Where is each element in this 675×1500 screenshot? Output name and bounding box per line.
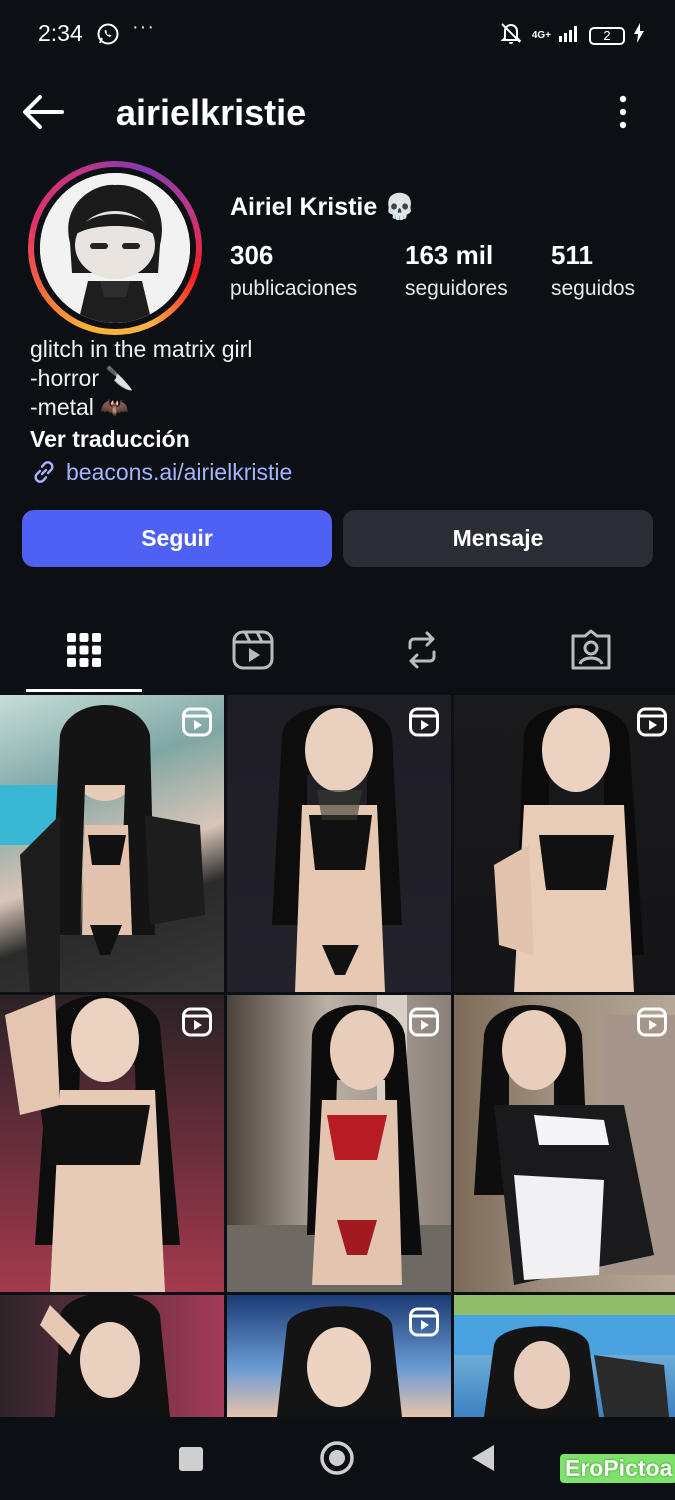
arrow-left-icon [23, 95, 64, 129]
bio-line: -metal 🦇 [30, 394, 129, 420]
network-type: 4G+ [531, 29, 551, 41]
tab-reposts[interactable] [400, 628, 444, 672]
skull-emoji: 💀 [384, 193, 416, 221]
tab-tagged[interactable] [569, 628, 613, 672]
see-translation-link[interactable]: Ver traducción [30, 426, 190, 453]
link-icon [34, 461, 54, 483]
post-tile[interactable] [227, 995, 451, 1292]
follow-button[interactable]: Seguir [22, 510, 332, 567]
reposts-icon [408, 631, 436, 669]
post-image [454, 1295, 675, 1417]
reel-badge-icon [409, 707, 439, 742]
square-icon [179, 1447, 203, 1471]
stat-label: publicaciones [230, 277, 358, 300]
post-tile[interactable] [227, 695, 451, 992]
charging-icon [633, 23, 645, 48]
stat-value: 163 mil [405, 240, 494, 270]
profile-username: airielkristie [116, 92, 307, 133]
stat-posts[interactable]: 306 publicaciones [230, 240, 357, 301]
display-name: Airiel Kristie 💀 [230, 193, 416, 221]
profile-bio: glitch in the matrix girl -horror 🔪 -met… [30, 335, 252, 422]
post-image [40, 1295, 170, 1417]
mute-bell-icon [498, 20, 524, 51]
post-tile[interactable] [454, 995, 675, 1292]
post-tile[interactable] [227, 1295, 451, 1417]
posts-grid [0, 695, 675, 1417]
home-button[interactable] [319, 1440, 355, 1481]
grid-icon [67, 633, 101, 667]
bio-line: glitch in the matrix girl [30, 336, 253, 362]
recents-button[interactable] [178, 1446, 204, 1477]
reel-badge-icon [409, 1307, 439, 1342]
back-button[interactable] [20, 92, 66, 132]
tab-posts[interactable] [62, 628, 106, 672]
back-nav-button[interactable] [470, 1443, 496, 1478]
battery-indicator: 2 [589, 26, 625, 45]
more-options-button[interactable] [611, 94, 635, 132]
stat-value: 511 [551, 240, 593, 270]
status-time: 2:34 [38, 20, 83, 46]
vertical-dots-icon [619, 95, 627, 129]
stat-label: seguidos [551, 277, 636, 300]
funko-figure-image [40, 173, 190, 323]
status-indicators: 4G+ 2 [498, 20, 645, 51]
avatar [40, 173, 190, 323]
status-bar: 2:34 ··· 4G+ 2 [0, 0, 675, 70]
reel-badge-icon [409, 1007, 439, 1042]
tagged-icon [571, 629, 611, 670]
active-tab-indicator [26, 689, 142, 692]
post-tile[interactable] [454, 695, 675, 992]
circle-icon [320, 1441, 354, 1475]
more-notifications-icon: ··· [132, 16, 155, 38]
signal-icon [559, 24, 581, 47]
post-tile[interactable] [0, 995, 224, 1292]
stat-following[interactable]: 511 seguidos [551, 240, 635, 301]
stat-value: 306 [230, 240, 274, 270]
profile-tabs [0, 620, 675, 694]
watermark-logo: EroPictoa [560, 1454, 675, 1483]
post-tile[interactable] [0, 1295, 224, 1417]
tab-reels[interactable] [231, 628, 275, 672]
whatsapp-icon [96, 22, 120, 51]
stat-followers[interactable]: 163 mil seguidores [405, 240, 508, 301]
message-button[interactable]: Mensaje [343, 510, 653, 567]
stat-label: seguidores [405, 277, 508, 300]
profile-link[interactable]: beacons.ai/airielkristie [30, 458, 292, 486]
story-ring[interactable] [28, 161, 202, 335]
profile-header: airielkristie [0, 80, 675, 144]
bio-line: -horror 🔪 [30, 365, 135, 391]
reel-badge-icon [182, 707, 212, 742]
link-text: beacons.ai/airielkristie [66, 458, 293, 485]
reel-badge-icon [637, 1007, 667, 1042]
reel-badge-icon [637, 707, 667, 742]
reels-icon [232, 630, 274, 670]
reel-badge-icon [182, 1007, 212, 1042]
triangle-back-icon [472, 1445, 494, 1471]
post-tile[interactable] [0, 695, 224, 992]
post-tile[interactable] [454, 1295, 675, 1417]
